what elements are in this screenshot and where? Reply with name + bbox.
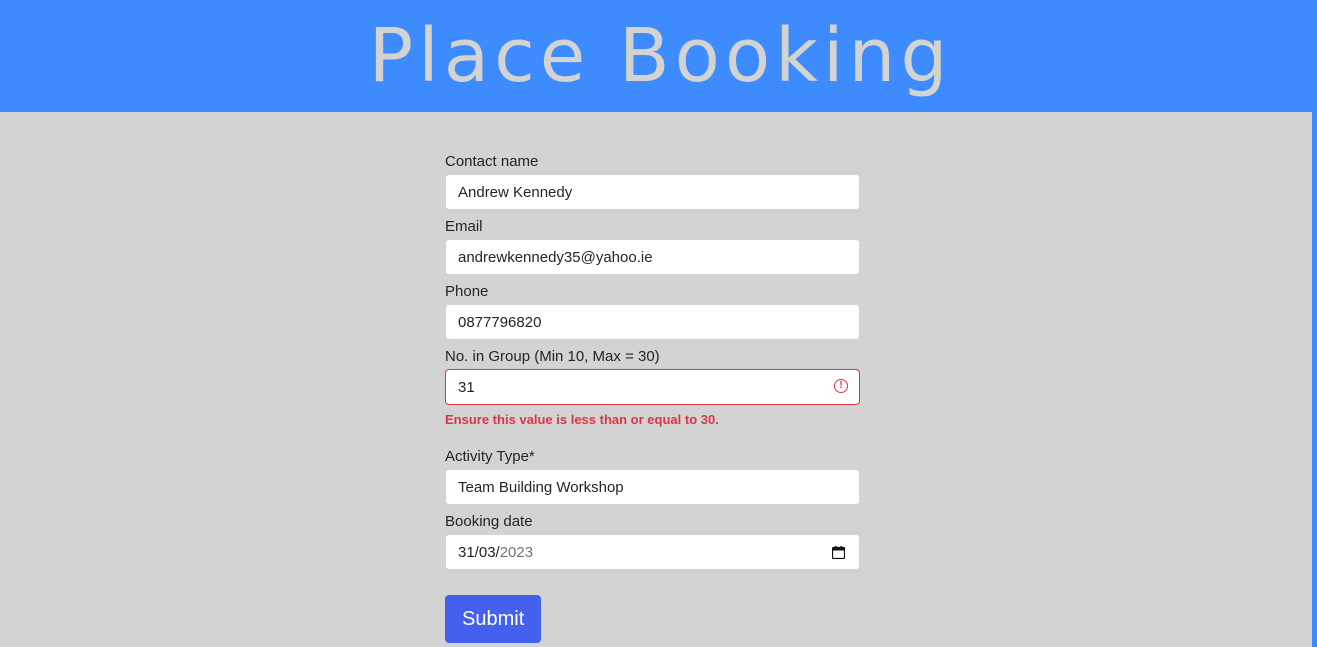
booking-date-group: Booking date 31/03/2023: [445, 512, 860, 570]
phone-input[interactable]: 0877796820: [445, 304, 860, 340]
group-size-label: No. in Group (Min 10, Max = 30): [445, 348, 660, 365]
phone-value: 0877796820: [458, 313, 542, 331]
contact-name-value: Andrew Kennedy: [458, 183, 573, 201]
contact-name-group: Contact name Andrew Kennedy: [445, 152, 860, 210]
activity-type-label: Activity Type*: [445, 448, 535, 465]
contact-name-input[interactable]: Andrew Kennedy: [445, 174, 860, 210]
email-input[interactable]: andrewkennedy35@yahoo.ie: [445, 239, 860, 275]
phone-group: Phone 0877796820: [445, 282, 860, 340]
contact-name-label: Contact name: [445, 153, 539, 170]
group-size-error: Ensure this value is less than or equal …: [445, 412, 719, 427]
phone-label: Phone: [445, 283, 489, 300]
booking-date-label: Booking date: [445, 513, 533, 530]
activity-type-value: Team Building Workshop: [458, 478, 624, 496]
error-icon: !: [834, 379, 848, 393]
group-size-input[interactable]: 31 !: [445, 369, 860, 405]
email-label: Email: [445, 218, 483, 235]
group-size-value: 31: [458, 378, 475, 396]
booking-page: Place Booking Contact name Andrew Kenned…: [0, 0, 1317, 647]
page-title: Place Booking: [368, 13, 953, 99]
booking-date-year: 2023: [499, 543, 534, 561]
email-value: andrewkennedy35@yahoo.ie: [458, 248, 653, 266]
booking-form: Contact name Andrew Kennedy Email andrew…: [445, 152, 860, 643]
email-group: Email andrewkennedy35@yahoo.ie: [445, 217, 860, 275]
page-header: Place Booking: [0, 0, 1317, 112]
activity-type-select[interactable]: Team Building Workshop: [445, 469, 860, 505]
calendar-icon[interactable]: [832, 546, 845, 559]
right-edge-bar: [1312, 0, 1317, 647]
activity-type-group: Activity Type* Team Building Workshop: [445, 447, 860, 505]
booking-date-input[interactable]: 31/03/2023: [445, 534, 860, 570]
group-size-group: No. in Group (Min 10, Max = 30) 31 ! Ens…: [445, 347, 860, 428]
submit-button[interactable]: Submit: [445, 595, 542, 643]
booking-date-day-month: 31/03/: [458, 543, 500, 561]
